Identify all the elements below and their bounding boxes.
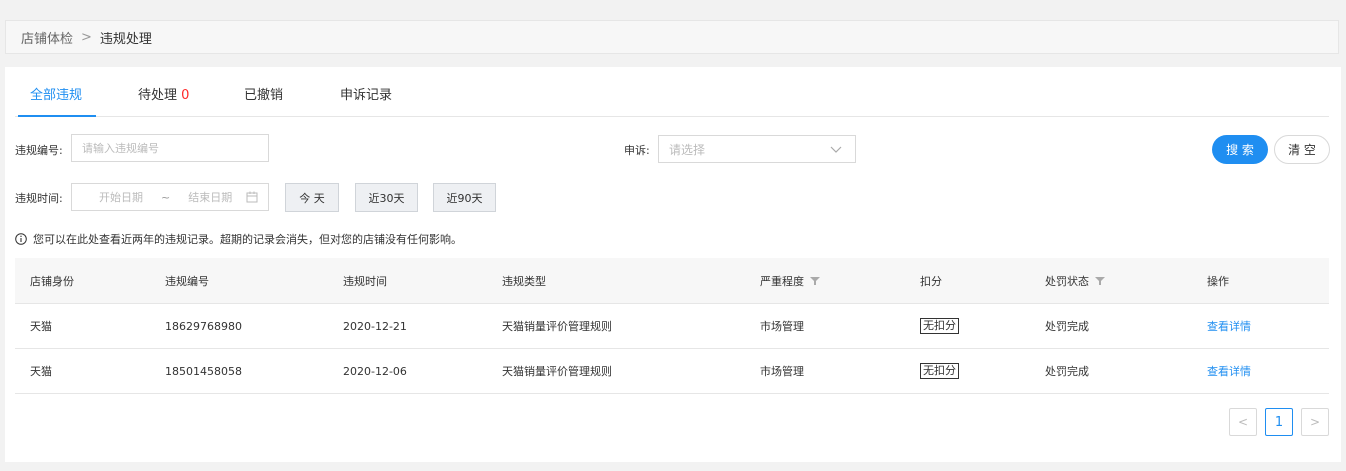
cell-violation-type: 天猫销量评价管理规则	[502, 365, 612, 378]
filter-icon[interactable]	[810, 276, 820, 286]
appeal-select[interactable]: 请选择	[658, 135, 856, 163]
main-panel: 全部违规 待处理 0 已撤销 申诉记录 违规编号: 申诉: 请选择 搜 索 清 …	[5, 67, 1341, 462]
prev-page-button[interactable]: <	[1229, 408, 1257, 436]
appeal-select-placeholder: 请选择	[669, 142, 706, 157]
cell-shop-identity: 天猫	[30, 320, 52, 333]
header-actions: 操作	[1207, 274, 1229, 288]
table-row: 天猫 18629768980 2020-12-21 天猫销量评价管理规则 市场管…	[15, 304, 1329, 349]
chevron-down-icon	[830, 146, 842, 153]
cell-actions: 查看详情	[1207, 349, 1251, 393]
cell-violation-type: 天猫销量评价管理规则	[502, 320, 612, 333]
header-violation-time: 违规时间	[343, 274, 387, 288]
header-penalty-status: 处罚状态	[1045, 258, 1105, 303]
cell-penalty-status: 处罚完成	[1045, 365, 1089, 378]
tab-bar: 全部违规 待处理 0 已撤销 申诉记录	[15, 67, 1329, 117]
cell-shop-identity: 天猫	[30, 365, 52, 378]
page-1-button[interactable]: 1	[1265, 408, 1293, 436]
cell-deduction: 无扣分	[920, 349, 959, 393]
end-date-input[interactable]: 结束日期	[188, 189, 232, 205]
date-range-picker[interactable]: 开始日期 ~ 结束日期	[71, 183, 269, 211]
view-details-link[interactable]: 查看详情	[1207, 363, 1251, 379]
clear-button[interactable]: 清 空	[1274, 135, 1330, 164]
header-severity-label: 严重程度	[760, 274, 804, 288]
breadcrumb-parent[interactable]: 店铺体检	[21, 28, 73, 47]
deduction-tag: 无扣分	[920, 318, 959, 334]
date-separator: ~	[161, 190, 171, 204]
header-deduction: 扣分	[920, 274, 942, 288]
next-page-button[interactable]: >	[1301, 408, 1329, 436]
start-date-input[interactable]: 开始日期	[99, 189, 143, 205]
cell-actions: 查看详情	[1207, 304, 1251, 348]
last-90-days-button[interactable]: 近90天	[433, 183, 496, 212]
violation-id-field[interactable]	[71, 134, 269, 162]
notice-text: 您可以在此处查看近两年的违规记录。超期的记录会消失，但对您的店铺没有任何影响。	[33, 233, 462, 246]
appeal-label: 申诉:	[624, 144, 650, 157]
cell-violation-id: 18501458058	[165, 364, 242, 378]
calendar-icon	[246, 191, 258, 203]
cell-severity: 市场管理	[760, 365, 804, 378]
header-shop-identity: 店铺身份	[30, 274, 74, 288]
table-header: 店铺身份 违规编号 违规时间 违规类型 严重程度 扣分 处罚状态 操作	[15, 258, 1329, 304]
tab-label: 全部违规	[30, 88, 83, 103]
violation-id-label: 违规编号:	[15, 144, 63, 157]
pending-count-badge: 0	[181, 88, 190, 103]
tab-pending[interactable]: 待处理 0	[138, 67, 189, 116]
cell-violation-time: 2020-12-06	[343, 364, 407, 378]
tab-label: 待处理	[138, 88, 178, 103]
info-notice: 您可以在此处查看近两年的违规记录。超期的记录会消失，但对您的店铺没有任何影响。	[15, 231, 462, 247]
breadcrumb-separator: >	[81, 29, 92, 45]
tab-label: 申诉记录	[340, 88, 393, 103]
cell-severity: 市场管理	[760, 320, 804, 333]
tab-all-violations[interactable]: 全部违规	[17, 67, 97, 117]
deduction-tag: 无扣分	[920, 363, 959, 379]
cell-violation-id: 18629768980	[165, 319, 242, 333]
header-violation-type: 违规类型	[502, 274, 546, 288]
violation-id-input[interactable]	[72, 134, 268, 162]
cell-deduction: 无扣分	[920, 304, 959, 348]
breadcrumb-current: 违规处理	[99, 31, 152, 47]
table-row: 天猫 18501458058 2020-12-06 天猫销量评价管理规则 市场管…	[15, 349, 1329, 394]
breadcrumb: 店铺体检 > 违规处理	[5, 20, 1339, 54]
cell-violation-time: 2020-12-21	[343, 319, 407, 333]
violations-table: 店铺身份 违规编号 违规时间 违规类型 严重程度 扣分 处罚状态 操作 天猫 1…	[15, 258, 1329, 394]
cell-penalty-status: 处罚完成	[1045, 320, 1089, 333]
search-button[interactable]: 搜 索	[1212, 135, 1268, 164]
today-button[interactable]: 今 天	[285, 183, 339, 212]
filter-icon[interactable]	[1095, 276, 1105, 286]
violation-time-label: 违规时间:	[15, 192, 63, 205]
header-violation-id: 违规编号	[165, 274, 209, 288]
tab-appeal-records[interactable]: 申诉记录	[340, 67, 392, 116]
tab-label: 已撤销	[244, 88, 284, 103]
tab-revoked[interactable]: 已撤销	[244, 67, 283, 116]
header-severity: 严重程度	[760, 258, 820, 303]
last-30-days-button[interactable]: 近30天	[355, 183, 418, 212]
view-details-link[interactable]: 查看详情	[1207, 318, 1251, 334]
header-penalty-status-label: 处罚状态	[1045, 274, 1089, 288]
info-icon	[15, 233, 27, 245]
